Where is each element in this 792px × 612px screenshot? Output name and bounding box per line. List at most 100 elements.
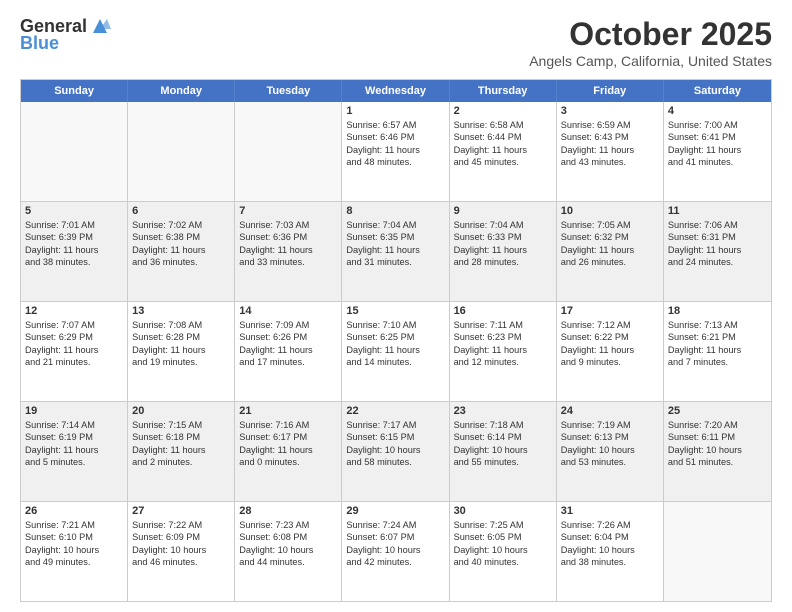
day-info: Sunrise: 7:25 AM Sunset: 6:05 PM Dayligh… bbox=[454, 519, 552, 569]
day-info: Sunrise: 7:24 AM Sunset: 6:07 PM Dayligh… bbox=[346, 519, 444, 569]
day-info: Sunrise: 6:59 AM Sunset: 6:43 PM Dayligh… bbox=[561, 119, 659, 169]
logo-text-blue: Blue bbox=[20, 33, 59, 54]
day-info: Sunrise: 7:07 AM Sunset: 6:29 PM Dayligh… bbox=[25, 319, 123, 369]
day-number: 26 bbox=[25, 505, 123, 517]
calendar-cell-day-13: 13 Sunrise: 7:08 AM Sunset: 6:28 PM Dayli… bbox=[128, 302, 235, 401]
day-number: 11 bbox=[668, 205, 767, 217]
weekday-header-monday: Monday bbox=[128, 80, 235, 102]
calendar-header: SundayMondayTuesdayWednesdayThursdayFrid… bbox=[21, 80, 771, 102]
day-info: Sunrise: 7:09 AM Sunset: 6:26 PM Dayligh… bbox=[239, 319, 337, 369]
calendar-cell-day-21: 21 Sunrise: 7:16 AM Sunset: 6:17 PM Dayli… bbox=[235, 402, 342, 501]
calendar-cell-day-26: 26Sunrise: 7:21 AM Sunset: 6:10 PM Dayli… bbox=[21, 502, 128, 601]
day-info: Sunrise: 7:14 AM Sunset: 6:19 PM Dayligh… bbox=[25, 419, 123, 469]
calendar-cell-empty bbox=[21, 102, 128, 201]
calendar-cell-day-4: 4Sunrise: 7:00 AM Sunset: 6:41 PM Daylig… bbox=[664, 102, 771, 201]
calendar-cell-day-28: 28Sunrise: 7:23 AM Sunset: 6:08 PM Dayli… bbox=[235, 502, 342, 601]
day-number: 21 bbox=[239, 405, 337, 417]
calendar-cell-day-18: 18Sunrise: 7:13 AM Sunset: 6:21 PM Dayli… bbox=[664, 302, 771, 401]
calendar-cell-day-24: 24Sunrise: 7:19 AM Sunset: 6:13 PM Dayli… bbox=[557, 402, 664, 501]
calendar-cell-day-20: 20 Sunrise: 7:15 AM Sunset: 6:18 PM Dayli… bbox=[128, 402, 235, 501]
day-info: Sunrise: 6:58 AM Sunset: 6:44 PM Dayligh… bbox=[454, 119, 552, 169]
calendar-row: 1 Sunrise: 6:57 AM Sunset: 6:46 PM Daylig… bbox=[21, 102, 771, 202]
day-info: Sunrise: 7:05 AM Sunset: 6:32 PM Dayligh… bbox=[561, 219, 659, 269]
calendar-cell-empty bbox=[128, 102, 235, 201]
day-info: Sunrise: 7:02 AM Sunset: 6:38 PM Dayligh… bbox=[132, 219, 230, 269]
calendar-row: 12Sunrise: 7:07 AM Sunset: 6:29 PM Dayli… bbox=[21, 302, 771, 402]
calendar-cell-day-19: 19 Sunrise: 7:14 AM Sunset: 6:19 PM Dayli… bbox=[21, 402, 128, 501]
day-number: 29 bbox=[346, 505, 444, 517]
calendar-cell-day-23: 23Sunrise: 7:18 AM Sunset: 6:14 PM Dayli… bbox=[450, 402, 557, 501]
calendar-body: 1 Sunrise: 6:57 AM Sunset: 6:46 PM Daylig… bbox=[21, 102, 771, 601]
day-number: 7 bbox=[239, 205, 337, 217]
title-block: October 2025 Angels Camp, California, Un… bbox=[529, 16, 772, 69]
calendar-cell-day-2: 2 Sunrise: 6:58 AM Sunset: 6:44 PM Daylig… bbox=[450, 102, 557, 201]
weekday-header-thursday: Thursday bbox=[450, 80, 557, 102]
day-number: 17 bbox=[561, 305, 659, 317]
header: General Blue October 2025 Angels Camp, C… bbox=[20, 16, 772, 69]
day-number: 28 bbox=[239, 505, 337, 517]
day-info: Sunrise: 7:15 AM Sunset: 6:18 PM Dayligh… bbox=[132, 419, 230, 469]
day-info: Sunrise: 7:22 AM Sunset: 6:09 PM Dayligh… bbox=[132, 519, 230, 569]
calendar-cell-day-30: 30 Sunrise: 7:25 AM Sunset: 6:05 PM Dayli… bbox=[450, 502, 557, 601]
day-number: 31 bbox=[561, 505, 659, 517]
calendar-cell-day-12: 12Sunrise: 7:07 AM Sunset: 6:29 PM Dayli… bbox=[21, 302, 128, 401]
day-number: 20 bbox=[132, 405, 230, 417]
day-number: 1 bbox=[346, 105, 444, 117]
day-number: 19 bbox=[25, 405, 123, 417]
day-info: Sunrise: 7:08 AM Sunset: 6:28 PM Dayligh… bbox=[132, 319, 230, 369]
calendar-cell-day-3: 3 Sunrise: 6:59 AM Sunset: 6:43 PM Daylig… bbox=[557, 102, 664, 201]
day-info: Sunrise: 7:03 AM Sunset: 6:36 PM Dayligh… bbox=[239, 219, 337, 269]
month-title: October 2025 bbox=[529, 16, 772, 53]
day-number: 15 bbox=[346, 305, 444, 317]
day-info: Sunrise: 7:06 AM Sunset: 6:31 PM Dayligh… bbox=[668, 219, 767, 269]
calendar-row: 26Sunrise: 7:21 AM Sunset: 6:10 PM Dayli… bbox=[21, 502, 771, 601]
calendar-row: 19 Sunrise: 7:14 AM Sunset: 6:19 PM Dayli… bbox=[21, 402, 771, 502]
weekday-header-tuesday: Tuesday bbox=[235, 80, 342, 102]
day-number: 4 bbox=[668, 105, 767, 117]
day-info: Sunrise: 7:12 AM Sunset: 6:22 PM Dayligh… bbox=[561, 319, 659, 369]
day-number: 30 bbox=[454, 505, 552, 517]
weekday-header-friday: Friday bbox=[557, 80, 664, 102]
day-number: 27 bbox=[132, 505, 230, 517]
location-title: Angels Camp, California, United States bbox=[529, 53, 772, 69]
day-number: 13 bbox=[132, 305, 230, 317]
calendar-cell-day-29: 29 Sunrise: 7:24 AM Sunset: 6:07 PM Dayli… bbox=[342, 502, 449, 601]
day-number: 14 bbox=[239, 305, 337, 317]
day-info: Sunrise: 7:10 AM Sunset: 6:25 PM Dayligh… bbox=[346, 319, 444, 369]
logo-icon bbox=[89, 15, 111, 37]
day-info: Sunrise: 7:16 AM Sunset: 6:17 PM Dayligh… bbox=[239, 419, 337, 469]
day-info: Sunrise: 6:57 AM Sunset: 6:46 PM Dayligh… bbox=[346, 119, 444, 169]
calendar-cell-day-11: 11 Sunrise: 7:06 AM Sunset: 6:31 PM Dayli… bbox=[664, 202, 771, 301]
page: General Blue October 2025 Angels Camp, C… bbox=[0, 0, 792, 612]
calendar-cell-day-9: 9 Sunrise: 7:04 AM Sunset: 6:33 PM Daylig… bbox=[450, 202, 557, 301]
day-number: 25 bbox=[668, 405, 767, 417]
day-info: Sunrise: 7:01 AM Sunset: 6:39 PM Dayligh… bbox=[25, 219, 123, 269]
calendar-cell-day-6: 6 Sunrise: 7:02 AM Sunset: 6:38 PM Daylig… bbox=[128, 202, 235, 301]
day-number: 8 bbox=[346, 205, 444, 217]
day-info: Sunrise: 7:19 AM Sunset: 6:13 PM Dayligh… bbox=[561, 419, 659, 469]
calendar-cell-day-31: 31Sunrise: 7:26 AM Sunset: 6:04 PM Dayli… bbox=[557, 502, 664, 601]
day-number: 18 bbox=[668, 305, 767, 317]
calendar: SundayMondayTuesdayWednesdayThursdayFrid… bbox=[20, 79, 772, 602]
calendar-cell-empty bbox=[664, 502, 771, 601]
calendar-cell-day-27: 27 Sunrise: 7:22 AM Sunset: 6:09 PM Dayli… bbox=[128, 502, 235, 601]
day-number: 3 bbox=[561, 105, 659, 117]
day-info: Sunrise: 7:17 AM Sunset: 6:15 PM Dayligh… bbox=[346, 419, 444, 469]
calendar-cell-day-5: 5Sunrise: 7:01 AM Sunset: 6:39 PM Daylig… bbox=[21, 202, 128, 301]
weekday-header-sunday: Sunday bbox=[21, 80, 128, 102]
day-info: Sunrise: 7:20 AM Sunset: 6:11 PM Dayligh… bbox=[668, 419, 767, 469]
day-number: 6 bbox=[132, 205, 230, 217]
calendar-cell-empty bbox=[235, 102, 342, 201]
day-info: Sunrise: 7:04 AM Sunset: 6:35 PM Dayligh… bbox=[346, 219, 444, 269]
day-number: 2 bbox=[454, 105, 552, 117]
calendar-cell-day-1: 1 Sunrise: 6:57 AM Sunset: 6:46 PM Daylig… bbox=[342, 102, 449, 201]
day-number: 23 bbox=[454, 405, 552, 417]
day-number: 9 bbox=[454, 205, 552, 217]
day-number: 22 bbox=[346, 405, 444, 417]
calendar-cell-day-14: 14 Sunrise: 7:09 AM Sunset: 6:26 PM Dayli… bbox=[235, 302, 342, 401]
calendar-cell-day-15: 15 Sunrise: 7:10 AM Sunset: 6:25 PM Dayli… bbox=[342, 302, 449, 401]
day-info: Sunrise: 7:04 AM Sunset: 6:33 PM Dayligh… bbox=[454, 219, 552, 269]
weekday-header-wednesday: Wednesday bbox=[342, 80, 449, 102]
calendar-cell-day-10: 10Sunrise: 7:05 AM Sunset: 6:32 PM Dayli… bbox=[557, 202, 664, 301]
calendar-cell-day-17: 17 Sunrise: 7:12 AM Sunset: 6:22 PM Dayli… bbox=[557, 302, 664, 401]
